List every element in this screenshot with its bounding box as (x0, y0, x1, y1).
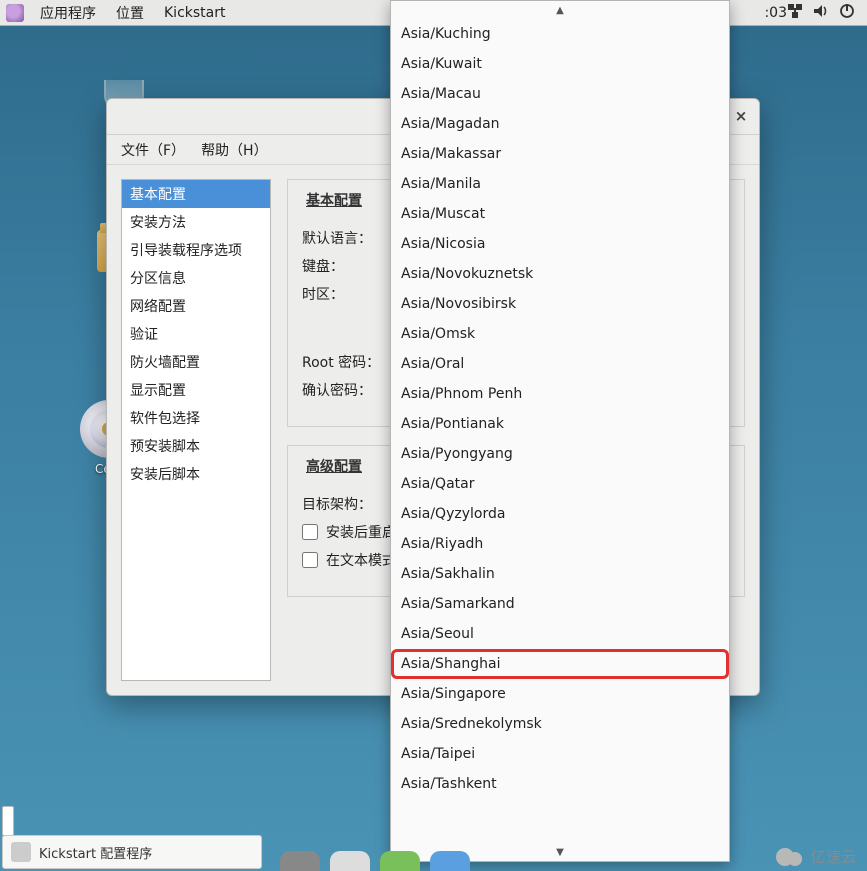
sidebar-item-display[interactable]: 显示配置 (122, 376, 270, 404)
watermark: 亿速云 (776, 846, 857, 867)
timezone-option[interactable]: Asia/Riyadh (391, 529, 729, 559)
sidebar-item-bootloader[interactable]: 引导装载程序选项 (122, 236, 270, 264)
timezone-label: 时区： (302, 284, 392, 304)
dropdown-scroll-up[interactable]: ▲ (391, 1, 729, 19)
timezone-option[interactable]: Asia/Qatar (391, 469, 729, 499)
timezone-option[interactable]: Asia/Qyzylorda (391, 499, 729, 529)
taskbar-label: Kickstart 配置程序 (39, 843, 152, 862)
menu-help[interactable]: 帮助（H） (197, 136, 272, 164)
dropdown-list: Asia/KuchingAsia/KuwaitAsia/MacauAsia/Ma… (391, 19, 729, 843)
timezone-option[interactable]: Asia/Novokuznetsk (391, 259, 729, 289)
menu-places[interactable]: 位置 (106, 3, 154, 23)
timezone-option[interactable]: Asia/Kuwait (391, 49, 729, 79)
timezone-option[interactable]: Asia/Manila (391, 169, 729, 199)
arch-label: 目标架构： (302, 494, 392, 514)
left-edge-handle[interactable] (2, 806, 14, 836)
textmode-checkbox[interactable] (302, 552, 318, 568)
sidebar-item-firewall[interactable]: 防火墙配置 (122, 348, 270, 376)
timezone-option[interactable]: Asia/Taipei (391, 739, 729, 769)
dock-blob (430, 851, 470, 871)
timezone-option[interactable]: Asia/Kuching (391, 19, 729, 49)
timezone-option[interactable]: Asia/Tashkent (391, 769, 729, 799)
basic-legend: 基本配置 (302, 190, 366, 210)
lang-label: 默认语言： (302, 228, 392, 248)
timezone-option[interactable]: Asia/Shanghai (391, 649, 729, 679)
sidebar-item-basic[interactable]: 基本配置 (122, 180, 270, 208)
reboot-checkbox-label: 安装后重启 (326, 522, 396, 542)
timezone-option[interactable]: Asia/Singapore (391, 679, 729, 709)
timezone-option[interactable]: Asia/Muscat (391, 199, 729, 229)
timezone-option[interactable]: Asia/Makassar (391, 139, 729, 169)
close-button[interactable]: × (729, 105, 753, 127)
dock-blob (380, 851, 420, 871)
sidebar-item-install[interactable]: 安装方法 (122, 208, 270, 236)
menu-file[interactable]: 文件（F） (117, 136, 189, 164)
timezone-option[interactable]: Asia/Omsk (391, 319, 729, 349)
taskbar-entry[interactable]: Kickstart 配置程序 (2, 835, 262, 869)
taskbar-app-icon (11, 842, 31, 862)
dock-blob (280, 851, 320, 871)
power-icon[interactable] (839, 3, 855, 23)
timezone-option[interactable]: Asia/Seoul (391, 619, 729, 649)
timezone-option[interactable]: Asia/Macau (391, 79, 729, 109)
timezone-option[interactable]: Asia/Pontianak (391, 409, 729, 439)
volume-icon[interactable] (813, 3, 829, 23)
menu-applications[interactable]: 应用程序 (30, 3, 106, 23)
activities-icon[interactable] (6, 4, 24, 22)
sidebar-item-packages[interactable]: 软件包选择 (122, 404, 270, 432)
timezone-option[interactable]: Asia/Phnom Penh (391, 379, 729, 409)
dock-blob (330, 851, 370, 871)
sidebar-item-network[interactable]: 网络配置 (122, 292, 270, 320)
sidebar: 基本配置 安装方法 引导装载程序选项 分区信息 网络配置 验证 防火墙配置 显示… (121, 179, 271, 681)
rootpw-label: Root 密码： (302, 352, 392, 372)
sidebar-item-preinstall[interactable]: 预安装脚本 (122, 432, 270, 460)
sidebar-item-postinstall[interactable]: 安装后脚本 (122, 460, 270, 488)
timezone-option[interactable]: Asia/Samarkand (391, 589, 729, 619)
timezone-option[interactable]: Asia/Novosibirsk (391, 289, 729, 319)
confirmpw-label: 确认密码： (302, 380, 392, 400)
menu-app-kickstart[interactable]: Kickstart (154, 5, 235, 21)
keyboard-label: 键盘： (302, 256, 392, 276)
timezone-option[interactable]: Asia/Srednekolymsk (391, 709, 729, 739)
timezone-dropdown[interactable]: ▲ Asia/KuchingAsia/KuwaitAsia/MacauAsia/… (390, 0, 730, 862)
sidebar-item-auth[interactable]: 验证 (122, 320, 270, 348)
timezone-option[interactable]: Asia/Pyongyang (391, 439, 729, 469)
timezone-option[interactable]: Asia/Nicosia (391, 229, 729, 259)
cloud-icon (776, 848, 806, 866)
reboot-checkbox[interactable] (302, 524, 318, 540)
advanced-legend: 高级配置 (302, 456, 366, 476)
system-tray (787, 3, 861, 23)
clock[interactable]: :03 (764, 5, 787, 21)
watermark-text: 亿速云 (810, 846, 857, 867)
timezone-option[interactable]: Asia/Sakhalin (391, 559, 729, 589)
timezone-option[interactable]: Asia/Oral (391, 349, 729, 379)
sidebar-item-partition[interactable]: 分区信息 (122, 264, 270, 292)
timezone-option[interactable]: Asia/Magadan (391, 109, 729, 139)
network-icon[interactable] (787, 3, 803, 23)
textmode-checkbox-label: 在文本模式 (326, 550, 396, 570)
